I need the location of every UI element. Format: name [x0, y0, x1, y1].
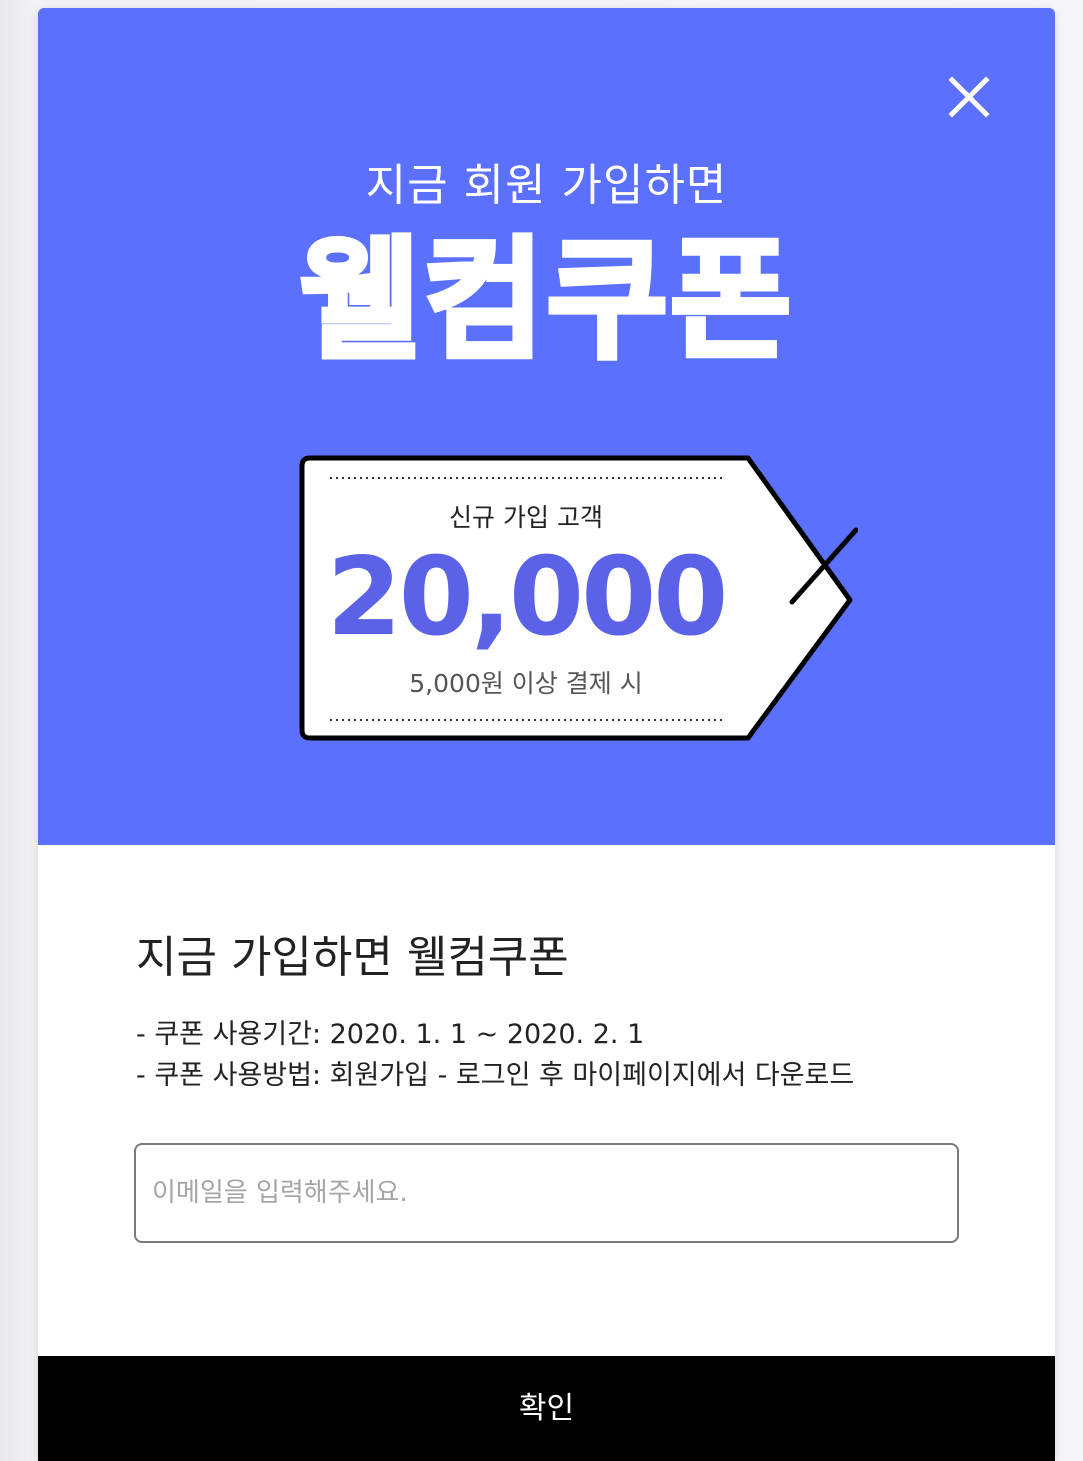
close-button[interactable]: [944, 72, 994, 122]
hero-title: 웰컴쿠폰: [297, 224, 794, 379]
coupon-period-text: - 쿠폰 사용기간: 2020. 1. 1 ~ 2020. 2. 1: [136, 1019, 645, 1050]
coupon-usage-text: - 쿠폰 사용방법: 회원가입 - 로그인 후 마이페이지에서 다운로드: [136, 1060, 855, 1091]
coupon-label: 신규 가입 고객: [449, 503, 603, 532]
email-input[interactable]: [134, 1143, 959, 1243]
close-icon: [948, 76, 990, 118]
coupon-amount: 20,000: [326, 535, 729, 660]
hero-subtitle: 지금 회원 가입하면: [365, 160, 728, 211]
coupon-condition: 5,000원 이상 결제 시: [409, 669, 643, 698]
confirm-button[interactable]: 확인: [38, 1356, 1055, 1461]
content-title: 지금 가입하면 웰컴쿠폰: [136, 932, 569, 983]
hero-banner: 지금 회원 가입하면 웰컴쿠폰 신규 가입 고객 20,000 5,000원 이…: [38, 8, 1055, 845]
coupon-ticket: 신규 가입 고객 20,000 5,000원 이상 결제 시: [294, 454, 858, 742]
welcome-coupon-modal: 지금 회원 가입하면 웰컴쿠폰 신규 가입 고객 20,000 5,000원 이…: [38, 8, 1055, 1461]
